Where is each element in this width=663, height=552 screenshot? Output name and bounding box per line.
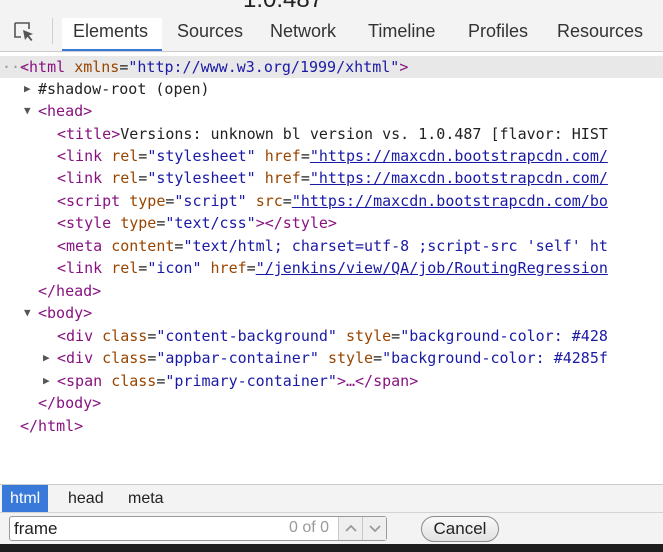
favicon-link[interactable]: "/jenkins/view/QA/job/RoutingRegression — [256, 259, 608, 277]
devtools-toolbar: 1.0.487 Elements Sources Network Timelin… — [0, 0, 663, 52]
search-bar: 0 of 0 Cancel — [0, 512, 663, 544]
breadcrumb-html[interactable]: html — [2, 485, 49, 512]
tree-node-script[interactable]: <script type="script" src="https://maxcd… — [0, 190, 663, 212]
tab-resources[interactable]: Resources — [557, 18, 643, 51]
previous-match-button[interactable] — [338, 517, 362, 540]
tree-node-head-close[interactable]: </head> — [0, 280, 663, 302]
breadcrumb: html head meta — [0, 484, 663, 512]
toolbar-separator — [52, 18, 53, 44]
inspect-element-icon[interactable] — [12, 20, 36, 44]
search-box: 0 of 0 — [9, 516, 387, 541]
tree-node-style[interactable]: <style type="text/css"></style> — [0, 212, 663, 234]
expand-triangle-icon[interactable]: ▶ — [43, 347, 50, 369]
tab-sources[interactable]: Sources — [177, 18, 243, 51]
search-input[interactable] — [14, 518, 274, 539]
chevron-down-icon — [368, 525, 381, 533]
expand-triangle-icon[interactable]: ▶ — [24, 78, 31, 100]
cancel-button[interactable]: Cancel — [421, 516, 499, 542]
expand-triangle-icon[interactable]: ▶ — [43, 370, 50, 392]
page-heading-peek: 1.0.487 — [243, 0, 323, 14]
tree-node-span-primary-container[interactable]: ▶ <span class="primary-container">…</span… — [0, 370, 663, 392]
tree-node-div-appbar-container[interactable]: ▶ <div class="appbar-container" style="ba… — [0, 347, 663, 369]
dom-tree: ··· <html xmlns="http://www.w3.org/1999/x… — [0, 56, 663, 484]
tree-node-html[interactable]: ··· <html xmlns="http://www.w3.org/1999/x… — [0, 56, 663, 78]
chevron-up-icon — [344, 524, 357, 532]
tree-node-title[interactable]: <title>Versions: unknown bl version vs. … — [0, 123, 663, 145]
tree-node-body-close[interactable]: </body> — [0, 392, 663, 414]
breadcrumb-head[interactable]: head — [60, 485, 112, 512]
tree-node-link-stylesheet[interactable]: <link rel="stylesheet" href="https://max… — [0, 145, 663, 167]
stylesheet-link[interactable]: "https://maxcdn.bootstrapcdn.com/ — [310, 147, 608, 165]
collapse-triangle-icon[interactable]: ▼ — [24, 302, 31, 324]
tree-node-div-content-background[interactable]: <div class="content-background" style="b… — [0, 325, 663, 347]
match-count: 0 of 0 — [289, 519, 330, 536]
stylesheet-link[interactable]: "https://maxcdn.bootstrapcdn.com/ — [310, 169, 608, 187]
tree-node-html-close[interactable]: </html> — [0, 415, 663, 437]
script-src-link[interactable]: "https://maxcdn.bootstrapcdn.com/bo — [292, 192, 608, 210]
tree-node-shadow-root[interactable]: ▶ #shadow-root (open) — [0, 78, 663, 100]
breadcrumb-meta[interactable]: meta — [120, 485, 172, 512]
tree-node-meta[interactable]: <meta content="text/html; charset=utf-8 … — [0, 235, 663, 257]
tab-network[interactable]: Network — [270, 18, 336, 51]
tree-node-head[interactable]: ▼ <head> — [0, 100, 663, 122]
tree-node-link-icon[interactable]: <link rel="icon" href="/jenkins/view/QA/… — [0, 257, 663, 279]
tab-elements[interactable]: Elements — [62, 18, 162, 51]
collapse-triangle-icon[interactable]: ▼ — [24, 100, 31, 122]
tree-node-link-stylesheet[interactable]: <link rel="stylesheet" href="https://max… — [0, 167, 663, 189]
window-bottom-edge — [0, 544, 663, 552]
tab-timeline[interactable]: Timeline — [368, 18, 435, 51]
next-match-button[interactable] — [362, 517, 386, 540]
tab-profiles[interactable]: Profiles — [468, 18, 528, 51]
tree-node-body[interactable]: ▼ <body> — [0, 302, 663, 324]
